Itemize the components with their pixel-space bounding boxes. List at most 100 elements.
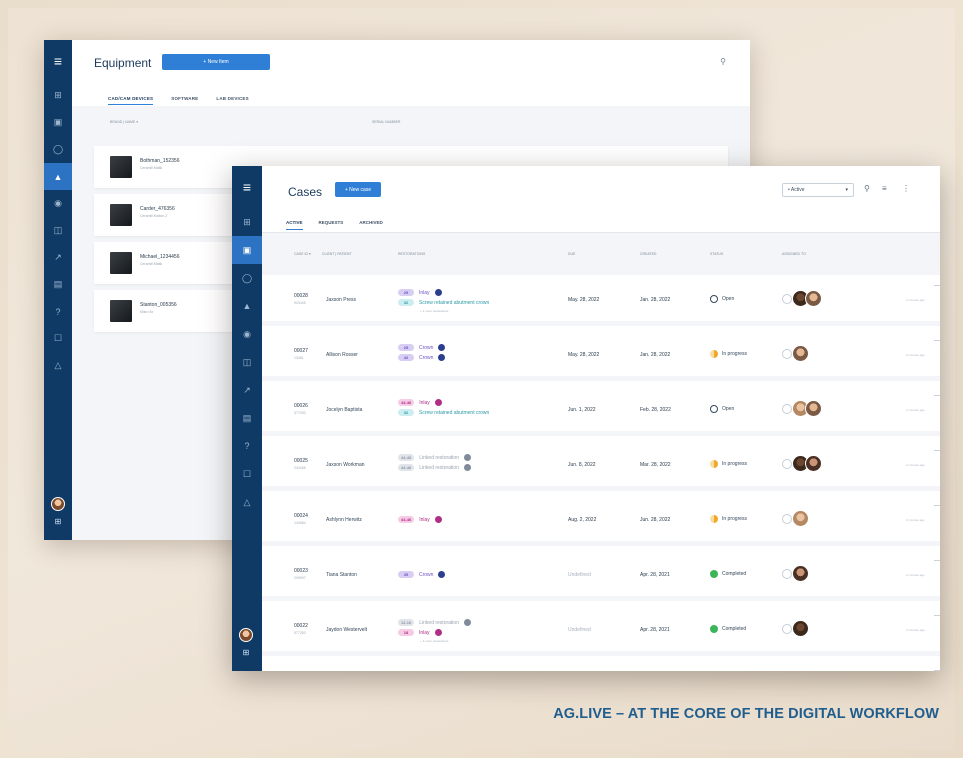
bell-icon[interactable]: △ (44, 352, 72, 379)
restoration-item[interactable]: 42 Crown (398, 354, 446, 361)
edit-assignee-icon[interactable] (782, 403, 792, 414)
status-badge: Completed (710, 570, 746, 578)
cart-icon[interactable]: ☐ (44, 325, 72, 352)
edit-assignee-icon[interactable] (782, 568, 792, 579)
message-icon[interactable]: ▤ (44, 271, 72, 298)
restoration-item[interactable]: 18 Inlay (398, 629, 442, 636)
row-menu-icon[interactable]: — (934, 447, 940, 454)
assigned-users[interactable] (782, 510, 809, 527)
circle-play-icon[interactable]: ◉ (232, 320, 262, 348)
assigned-users[interactable] (782, 455, 822, 472)
table-row[interactable]: 00021523759Justin Stanton42Screw retaine… (262, 661, 940, 671)
more-options-icon[interactable]: ⋮ (902, 184, 910, 193)
table-row[interactable]: 00027 13461 Allison Rosser 25 Crown 42 Crown Ma… (262, 331, 940, 381)
table-row[interactable]: 00025 234265 Jaxson Workman 44-46 Linked res… (262, 441, 940, 491)
tab-requests[interactable]: REQUESTS (319, 220, 344, 230)
new-case-button[interactable]: + New case (335, 182, 381, 197)
help-icon[interactable]: ? (44, 298, 72, 325)
tab-archived[interactable]: ARCHIVED (359, 220, 383, 230)
search-icon[interactable]: ⚲ (720, 57, 726, 66)
user-avatar[interactable] (51, 497, 65, 511)
more-restorations-link[interactable]: + 4 more restorations (420, 639, 448, 643)
edit-assignee-icon[interactable] (782, 293, 792, 304)
restoration-item[interactable]: 25 Inlay (398, 289, 442, 296)
tab-active[interactable]: ACTIVE (286, 220, 303, 230)
tab-lab-devices[interactable]: LAB DEVICES (216, 96, 248, 105)
edit-assignee-icon[interactable] (782, 458, 792, 469)
tab-software[interactable]: SOFTWARE (171, 96, 198, 105)
avatar[interactable] (805, 290, 822, 307)
avatar[interactable] (792, 510, 809, 527)
row-menu-icon[interactable]: — (934, 557, 940, 564)
row-menu-icon[interactable]: — (934, 282, 940, 289)
tooth-icon[interactable]: ◯ (232, 264, 262, 292)
help-icon[interactable]: ? (232, 432, 262, 460)
assigned-users[interactable] (782, 620, 809, 637)
table-row[interactable]: 00024 144964 Ashlynn Herwitz 44-46 Inlay Aug.… (262, 496, 940, 546)
new-item-button[interactable]: + New Item (162, 54, 270, 70)
avatar[interactable] (805, 455, 822, 472)
apps-grid-icon[interactable]: ⊞ (243, 648, 250, 657)
cases-window: ≡ ⊞ ▣ ◯ ▲ ◉ ◫ ↗ ▤ ? ☐ △ ⊞ Cases + New ca… (232, 166, 940, 671)
status-icon (710, 515, 718, 523)
message-icon[interactable]: ▤ (232, 404, 262, 432)
cart-icon[interactable]: ☐ (232, 460, 262, 488)
restoration-item[interactable]: 12-16 Linked restoration (398, 619, 471, 626)
restoration-item[interactable]: 32 Screw retained abutment crown (398, 299, 489, 306)
app-logo-icon[interactable]: ≡ (54, 54, 62, 68)
column-header-brand[interactable]: BRAND | NAME ▾ (110, 120, 138, 124)
dashboard-icon[interactable]: ⊞ (232, 208, 262, 236)
database-icon[interactable]: ◫ (44, 217, 72, 244)
restoration-item[interactable]: 44-46 Linked restoration (398, 464, 471, 471)
circle-play-icon[interactable]: ◉ (44, 190, 72, 217)
chart-icon[interactable]: ↗ (44, 244, 72, 271)
user-avatar[interactable] (239, 628, 253, 642)
assigned-users[interactable] (782, 400, 822, 417)
tooth-icon[interactable]: ◯ (44, 136, 72, 163)
restoration-item[interactable]: 44-46 Inlay (398, 399, 442, 406)
case-id: 00026 (294, 403, 308, 409)
column-header-case-id[interactable]: CASE ID ▾ (294, 252, 311, 256)
avatar[interactable] (792, 345, 809, 362)
restoration-item[interactable]: 44-46 Inlay (398, 516, 442, 523)
row-menu-icon[interactable]: — (934, 392, 940, 399)
edit-assignee-icon[interactable] (782, 513, 792, 524)
tab-cadcam-devices[interactable]: CAD/CAM DEVICES (108, 96, 154, 105)
equipment-icon[interactable]: ▲ (232, 292, 262, 320)
assigned-users[interactable] (782, 290, 822, 307)
status-filter-select[interactable]: • Active ▾ (782, 183, 854, 197)
bell-icon[interactable]: △ (232, 488, 262, 516)
assigned-users[interactable] (782, 345, 809, 362)
restoration-item[interactable]: 32 Screw retained abutment crown (398, 409, 489, 416)
edit-assignee-icon[interactable] (782, 348, 792, 359)
avatar[interactable] (792, 620, 809, 637)
tooth-number-badge: 12-16 (398, 619, 415, 626)
more-restorations-link[interactable]: + 4 more restorations (420, 309, 448, 313)
chart-icon[interactable]: ↗ (232, 376, 262, 404)
dashboard-icon[interactable]: ⊞ (44, 82, 72, 109)
table-row[interactable]: 00023 299907 Tiana Stanton 35 Crown Undefined… (262, 551, 940, 601)
search-icon[interactable]: ⚲ (864, 184, 870, 193)
table-row[interactable]: 00026 377030 Jocelyn Baptista 44-46 Inlay 32 S… (262, 386, 940, 436)
restoration-item[interactable]: 44-46 Linked restoration (398, 454, 471, 461)
filter-icon[interactable]: ≡ (882, 184, 887, 193)
apps-grid-icon[interactable]: ⊞ (55, 517, 62, 526)
avatar[interactable] (805, 400, 822, 417)
edit-assignee-icon[interactable] (782, 623, 792, 634)
avatar[interactable] (792, 565, 809, 582)
restoration-item[interactable]: 35 Crown (398, 571, 446, 578)
table-row[interactable]: 00022 577283 Jaydon Westervelt 12-16 Linked … (262, 606, 940, 656)
cases-icon[interactable]: ▣ (232, 236, 262, 264)
due-date: May. 28, 2022 (568, 297, 600, 303)
database-icon[interactable]: ◫ (232, 348, 262, 376)
row-menu-icon[interactable]: — (934, 337, 940, 344)
equipment-icon[interactable]: ▲ (44, 163, 72, 190)
row-menu-icon[interactable]: — (934, 667, 940, 671)
cases-icon[interactable]: ▣ (44, 109, 72, 136)
assigned-users[interactable] (782, 565, 809, 582)
restoration-item[interactable]: 25 Crown (398, 344, 446, 351)
table-row[interactable]: 00028 903445 Jaxson Press 25 Inlay 32 Screw re… (262, 276, 940, 326)
app-logo-icon[interactable]: ≡ (243, 180, 251, 194)
row-menu-icon[interactable]: — (934, 502, 940, 509)
row-menu-icon[interactable]: — (934, 612, 940, 619)
